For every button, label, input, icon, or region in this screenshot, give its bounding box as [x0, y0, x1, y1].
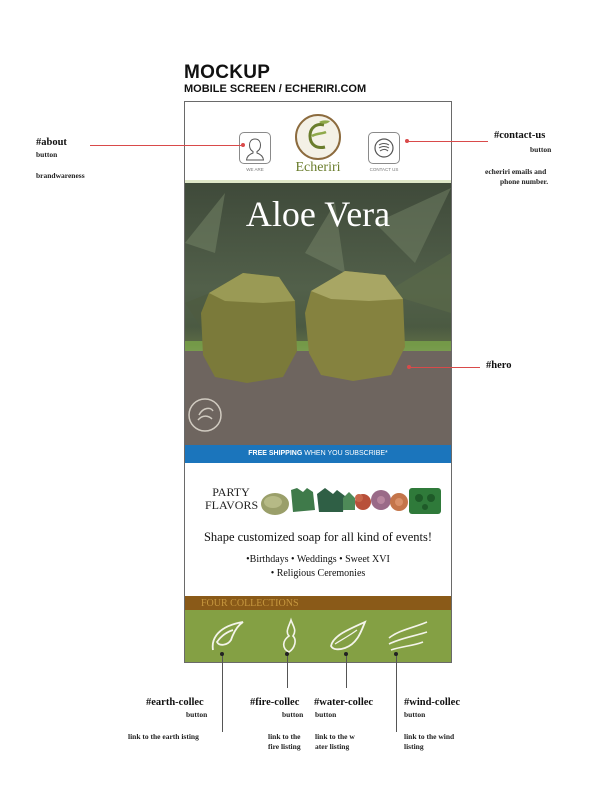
hero-title: Aloe Vera: [245, 194, 391, 234]
earth-leaf-icon: [211, 621, 244, 651]
contact-annotation-note-1: echeriri emails and: [485, 167, 547, 176]
wind-annotation-note-2: listing: [404, 742, 424, 751]
logo-wordmark: Echeriri: [295, 160, 341, 175]
hero-annotation-title: #hero: [486, 360, 512, 371]
water-leader-line: [346, 654, 347, 688]
fire-annotation-note-2: fire listing: [268, 742, 301, 751]
wind-leader-line: [396, 654, 397, 732]
event-list-line1: •Birthdays • Weddings • Sweet XVI: [246, 554, 390, 565]
page-subtitle: MOBILE SCREEN / ECHERIRI.COM: [184, 83, 367, 95]
wind-annotation-type: button: [404, 710, 426, 719]
echeriri-logo[interactable]: [295, 114, 341, 160]
water-annotation-note-2: ater listing: [315, 742, 350, 751]
wind-collection-button[interactable]: [383, 616, 431, 656]
page-title: MOCKUP: [184, 62, 271, 83]
wind-swirl-icon: [388, 621, 428, 651]
about-caption: WE ARE: [246, 167, 264, 172]
fire-leader-line: [287, 654, 288, 688]
contact-leader-dot: [405, 139, 409, 143]
party-tagline: Shape customized soap for all kind of ev…: [203, 530, 433, 544]
site-header: WE ARE Echeriri CONTACT US: [185, 102, 451, 182]
party-flavors-label: PARTY FLAVORS: [205, 486, 259, 512]
about-annotation-type: button: [36, 150, 58, 159]
party-soaps-image[interactable]: [259, 480, 445, 520]
earth-leader-dot: [220, 652, 224, 656]
water-collection-button[interactable]: [323, 616, 371, 656]
water-annotation-type: button: [315, 710, 337, 719]
contact-us-button[interactable]: [368, 132, 400, 164]
person-icon: [245, 138, 265, 161]
hero-banner[interactable]: Aloe Vera: [185, 183, 451, 445]
earth-collection-button[interactable]: [203, 616, 251, 656]
about-leader-dot: [241, 143, 245, 147]
earth-annotation-type: button: [186, 710, 208, 719]
hero-leader-line: [410, 367, 480, 368]
fire-annotation-type: button: [282, 710, 304, 719]
phone-contact-icon: [374, 138, 394, 158]
contact-annotation-type: button: [530, 145, 552, 154]
earth-annotation-title: #earth-collec: [146, 697, 204, 708]
earth-annotation-note: link to the earth isting: [128, 732, 199, 741]
free-shipping-bold: FREE SHIPPING: [248, 450, 303, 457]
collections-label: FOUR COLLECTIONS: [201, 598, 299, 609]
fire-collection-button[interactable]: [265, 616, 313, 656]
event-list: •Birthdays • Weddings • Sweet XVI • Reli…: [185, 553, 451, 581]
hero-leader-dot: [407, 365, 411, 369]
party-label-line2: FLAVORS: [205, 498, 259, 512]
about-button[interactable]: [239, 132, 271, 164]
water-annotation-note-1: link to the w: [315, 732, 355, 741]
contact-leader-line: [408, 141, 488, 142]
about-annotation-title: #about: [36, 137, 67, 148]
earth-leader-line: [222, 654, 223, 732]
fire-annotation-note-1: link to the: [268, 732, 301, 741]
free-shipping-text: WHEN YOU SUBSCRIBE*: [302, 450, 388, 457]
event-list-line2: • Religious Ceremonies: [270, 568, 366, 579]
water-leader-dot: [344, 652, 348, 656]
fire-leader-dot: [285, 652, 289, 656]
free-shipping-banner[interactable]: FREE SHIPPING WHEN YOU SUBSCRIBE*: [185, 445, 451, 463]
about-annotation-note: brandwareness: [36, 171, 85, 180]
fire-flame-icon: [282, 617, 296, 653]
contact-caption: CONTACT US: [369, 167, 399, 172]
wind-leader-dot: [394, 652, 398, 656]
wind-annotation-title: #wind-collec: [404, 697, 460, 708]
about-leader-line: [90, 145, 242, 146]
wind-annotation-note-1: link to the wind: [404, 732, 455, 741]
contact-annotation-note-2: phone number.: [500, 177, 549, 186]
fire-annotation-title: #fire-collec: [250, 697, 300, 708]
water-annotation-title: #water-collec: [314, 697, 374, 708]
contact-annotation-title: #contact-us: [494, 130, 546, 141]
leaf-e-logo-icon: [308, 120, 330, 149]
mobile-screen: WE ARE Echeriri CONTACT US Aloe Vera FRE…: [184, 101, 452, 663]
